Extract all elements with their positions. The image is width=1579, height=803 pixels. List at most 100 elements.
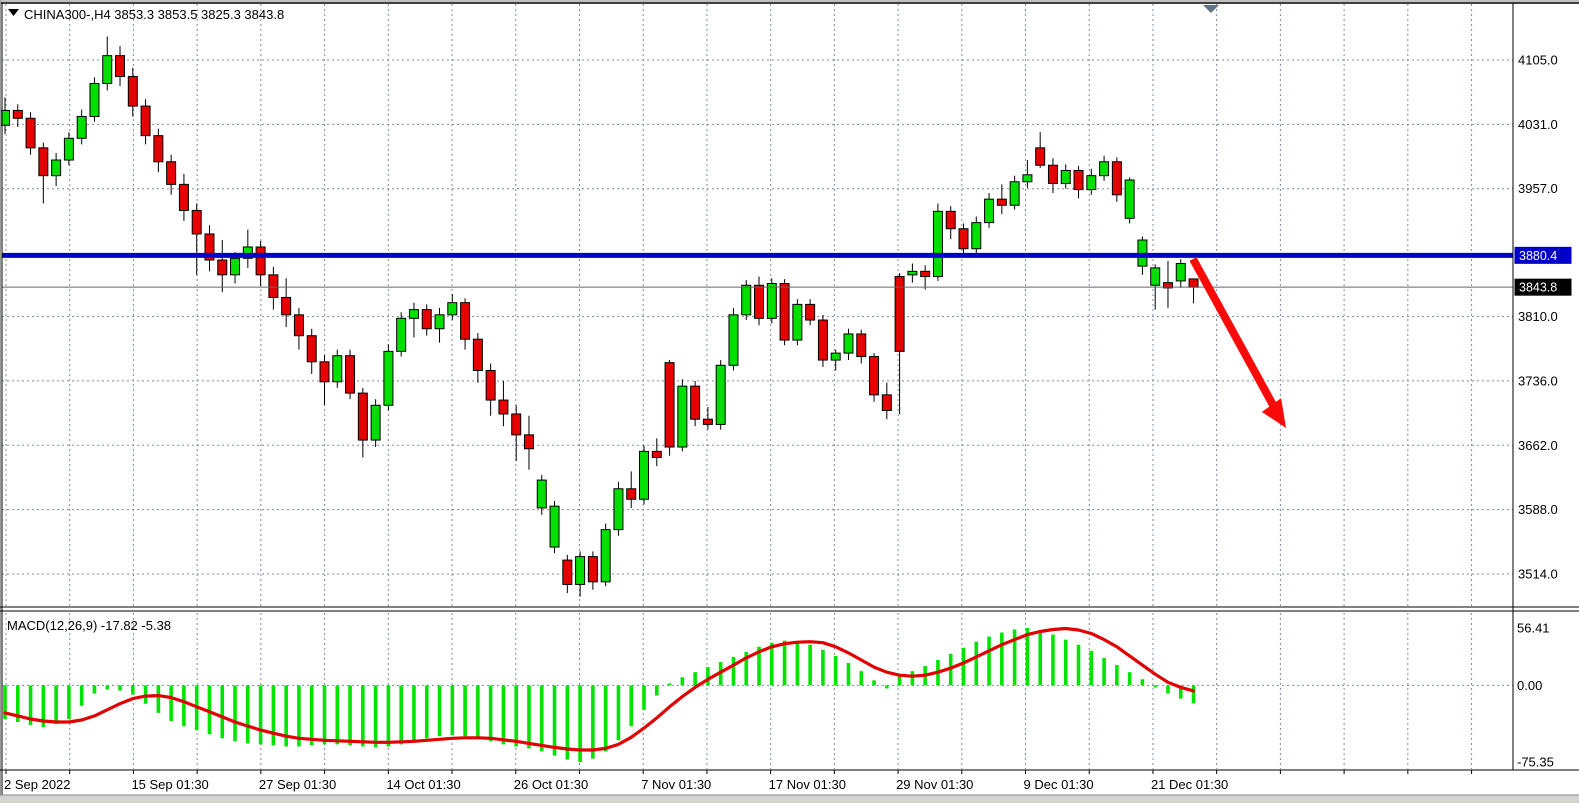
candle-body-down bbox=[1074, 170, 1083, 189]
candle-body-up bbox=[908, 271, 917, 274]
candle-body-down bbox=[895, 277, 904, 352]
candle-body-up bbox=[601, 530, 610, 582]
candle-body-down bbox=[703, 419, 712, 424]
macd-histogram-bar bbox=[438, 685, 442, 736]
macd-histogram-bar bbox=[617, 685, 621, 740]
macd-histogram-bar bbox=[732, 657, 736, 685]
macd-histogram-bar bbox=[655, 685, 659, 695]
candle-body-down bbox=[806, 304, 815, 320]
macd-histogram-bar bbox=[323, 685, 327, 744]
macd-histogram-bar bbox=[1102, 658, 1106, 685]
chart-canvas[interactable]: 4105.04031.03957.03810.03736.03662.03588… bbox=[0, 0, 1579, 803]
macd-histogram-bar bbox=[259, 685, 263, 744]
macd-histogram-bar bbox=[987, 637, 991, 686]
candle-body-down bbox=[665, 363, 674, 447]
candle-body-down bbox=[524, 435, 533, 449]
candle bbox=[371, 399, 380, 447]
price-axis-label: 4031.0 bbox=[1518, 117, 1558, 132]
date-axis-label: 7 Nov 01:30 bbox=[641, 777, 711, 792]
macd-histogram-bar bbox=[1141, 679, 1145, 685]
macd-histogram-bar bbox=[1090, 651, 1094, 686]
candle bbox=[818, 315, 827, 367]
macd-histogram-bar bbox=[361, 685, 365, 746]
candle-body-down bbox=[652, 451, 661, 457]
candle bbox=[601, 524, 610, 587]
macd-histogram-bar bbox=[1115, 665, 1119, 685]
macd-histogram-bar bbox=[642, 685, 646, 709]
candle-body-down bbox=[755, 285, 764, 318]
macd-histogram-bar bbox=[118, 685, 122, 690]
candle-body-down bbox=[320, 362, 329, 382]
macd-histogram-bar bbox=[540, 685, 544, 751]
candle-body-up bbox=[77, 117, 86, 139]
candle bbox=[90, 77, 99, 121]
macd-histogram-bar bbox=[54, 685, 58, 724]
candle-body-down bbox=[946, 211, 955, 228]
candle bbox=[767, 278, 776, 323]
macd-histogram-bar bbox=[105, 685, 109, 689]
macd-histogram-bar bbox=[169, 685, 173, 721]
candle bbox=[716, 360, 725, 430]
macd-histogram-bar bbox=[1051, 635, 1055, 686]
candle-body-down bbox=[473, 339, 482, 370]
candle-body-up bbox=[448, 303, 457, 315]
candle bbox=[793, 299, 802, 345]
macd-histogram-bar bbox=[233, 685, 237, 741]
candle-body-up bbox=[729, 315, 738, 365]
candle bbox=[972, 217, 981, 254]
candle-body-up bbox=[1100, 162, 1109, 176]
macd-histogram-bar bbox=[1128, 672, 1132, 685]
macd-axis-label: -75.35 bbox=[1517, 755, 1554, 770]
macd-histogram-bar bbox=[1064, 640, 1068, 686]
macd-histogram-bar bbox=[335, 685, 339, 744]
macd-histogram-bar bbox=[796, 642, 800, 686]
candle-body-down bbox=[857, 334, 866, 357]
candle-body-down bbox=[499, 400, 508, 414]
candle-body-down bbox=[192, 210, 201, 233]
candle bbox=[665, 360, 674, 456]
candle-body-up bbox=[985, 199, 994, 222]
candle-body-up bbox=[972, 223, 981, 249]
macd-plot-area[interactable] bbox=[2, 612, 1513, 770]
candle-body-down bbox=[218, 260, 227, 275]
candle bbox=[678, 379, 687, 451]
macd-histogram-bar bbox=[962, 648, 966, 686]
macd-histogram-bar bbox=[872, 680, 876, 685]
candle-body-down bbox=[780, 284, 789, 341]
macd-histogram-bar bbox=[527, 685, 531, 748]
candle-body-down bbox=[39, 148, 48, 176]
candle-body-down bbox=[128, 77, 137, 107]
candle-body-down bbox=[13, 110, 22, 118]
mt4-chart-window: 4105.04031.03957.03810.03736.03662.03588… bbox=[0, 0, 1579, 803]
price-axis-label: 3810.0 bbox=[1518, 309, 1558, 324]
macd-histogram-bar bbox=[629, 685, 633, 726]
date-axis-label: 26 Oct 01:30 bbox=[514, 777, 588, 792]
candle bbox=[384, 344, 393, 410]
candle-body-up bbox=[793, 304, 802, 340]
candle-body-up bbox=[1087, 176, 1096, 190]
candle-body-up bbox=[371, 405, 380, 440]
candle-body-up bbox=[1176, 264, 1185, 281]
date-axis-label: 27 Sep 01:30 bbox=[259, 777, 336, 792]
macd-histogram-bar bbox=[387, 685, 391, 746]
candle bbox=[870, 353, 879, 402]
macd-histogram-bar bbox=[272, 685, 276, 745]
macd-histogram-bar bbox=[1038, 630, 1042, 685]
macd-histogram-bar bbox=[847, 663, 851, 685]
candle-body-down bbox=[627, 489, 636, 499]
macd-histogram-bar bbox=[591, 685, 595, 758]
macd-histogram-bar bbox=[681, 677, 685, 685]
macd-axis-label: 0.00 bbox=[1517, 678, 1542, 693]
candle-body-up bbox=[537, 480, 546, 508]
macd-histogram-bar bbox=[706, 667, 710, 685]
candle-body-down bbox=[486, 370, 495, 400]
candle-body-up bbox=[333, 356, 342, 382]
macd-histogram-bar bbox=[514, 685, 518, 746]
candle-body-down bbox=[282, 297, 291, 314]
macd-histogram-bar bbox=[821, 650, 825, 686]
macd-histogram-bar bbox=[553, 685, 557, 755]
macd-histogram-bar bbox=[834, 656, 838, 685]
macd-histogram-bar bbox=[220, 685, 224, 738]
macd-histogram-bar bbox=[1192, 685, 1196, 703]
candle-body-up bbox=[1061, 170, 1070, 183]
